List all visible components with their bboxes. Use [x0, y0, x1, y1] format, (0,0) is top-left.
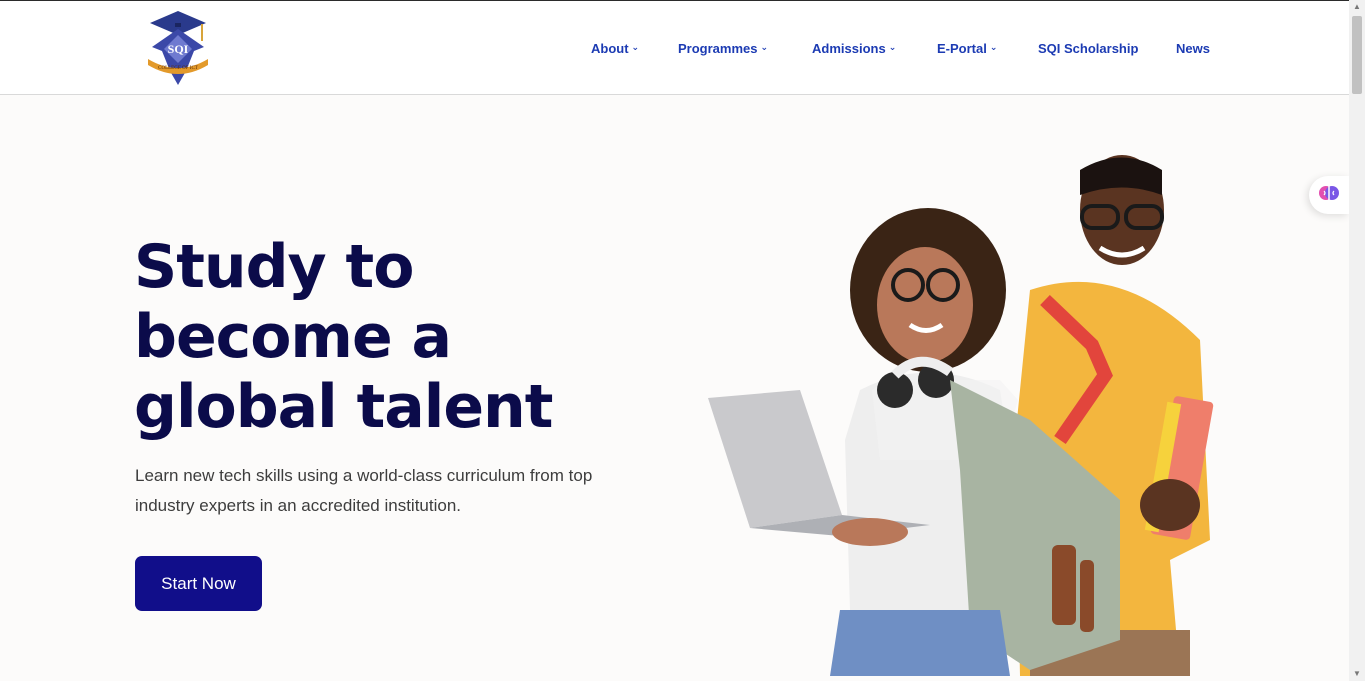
nav-programmes[interactable]: Programmes ⌄	[678, 41, 768, 56]
hero-subtitle-line: industry experts in an accredited instit…	[135, 496, 462, 515]
scroll-up-arrow-icon[interactable]: ▲	[1349, 0, 1365, 14]
ai-assistant-button[interactable]	[1309, 176, 1349, 214]
vertical-scrollbar[interactable]: ▲ ▼	[1349, 0, 1365, 681]
sqi-logo[interactable]: SQI COLLEGE OF ICT	[142, 7, 214, 87]
nav-about-label: About	[591, 41, 629, 56]
nav-e-portal-label: E-Portal	[937, 41, 987, 56]
nav-news-label: News	[1176, 41, 1210, 56]
chevron-down-icon: ⌄	[631, 42, 640, 52]
hero-title-line: Study to	[134, 232, 414, 302]
nav-admissions-label: Admissions	[812, 41, 886, 56]
nav-about[interactable]: About ⌄	[591, 41, 639, 56]
nav-admissions[interactable]: Admissions ⌄	[812, 41, 896, 56]
scroll-down-arrow-icon[interactable]: ▼	[1349, 667, 1365, 681]
svg-text:COLLEGE OF ICT: COLLEGE OF ICT	[158, 66, 198, 71]
scrollbar-thumb[interactable]	[1352, 16, 1362, 94]
nav-programmes-label: Programmes	[678, 41, 758, 56]
students-hero-image	[700, 140, 1240, 676]
start-now-button[interactable]: Start Now	[135, 556, 262, 611]
nav-e-portal[interactable]: E-Portal ⌄	[937, 41, 997, 56]
chevron-down-icon: ⌄	[888, 42, 897, 52]
chevron-down-icon: ⌄	[760, 42, 769, 52]
hero-title: Study to become a global talent	[134, 232, 654, 442]
hero-title-line: global talent	[134, 372, 553, 442]
hero-subtitle: Learn new tech skills using a world-clas…	[135, 461, 655, 521]
site-header: SQI COLLEGE OF ICT About ⌄ Programmes ⌄ Ad…	[0, 0, 1349, 95]
nav-sqi-scholarship-label: SQI Scholarship	[1038, 41, 1139, 56]
brain-icon	[1319, 183, 1339, 208]
nav-sqi-scholarship[interactable]: SQI Scholarship	[1038, 41, 1138, 56]
hero-subtitle-line: Learn new tech skills using a world-clas…	[135, 466, 593, 485]
nav-news[interactable]: News	[1176, 41, 1210, 56]
hero-title-line: become a	[134, 302, 452, 372]
chevron-down-icon: ⌄	[989, 42, 998, 52]
svg-text:SQI: SQI	[168, 42, 189, 56]
